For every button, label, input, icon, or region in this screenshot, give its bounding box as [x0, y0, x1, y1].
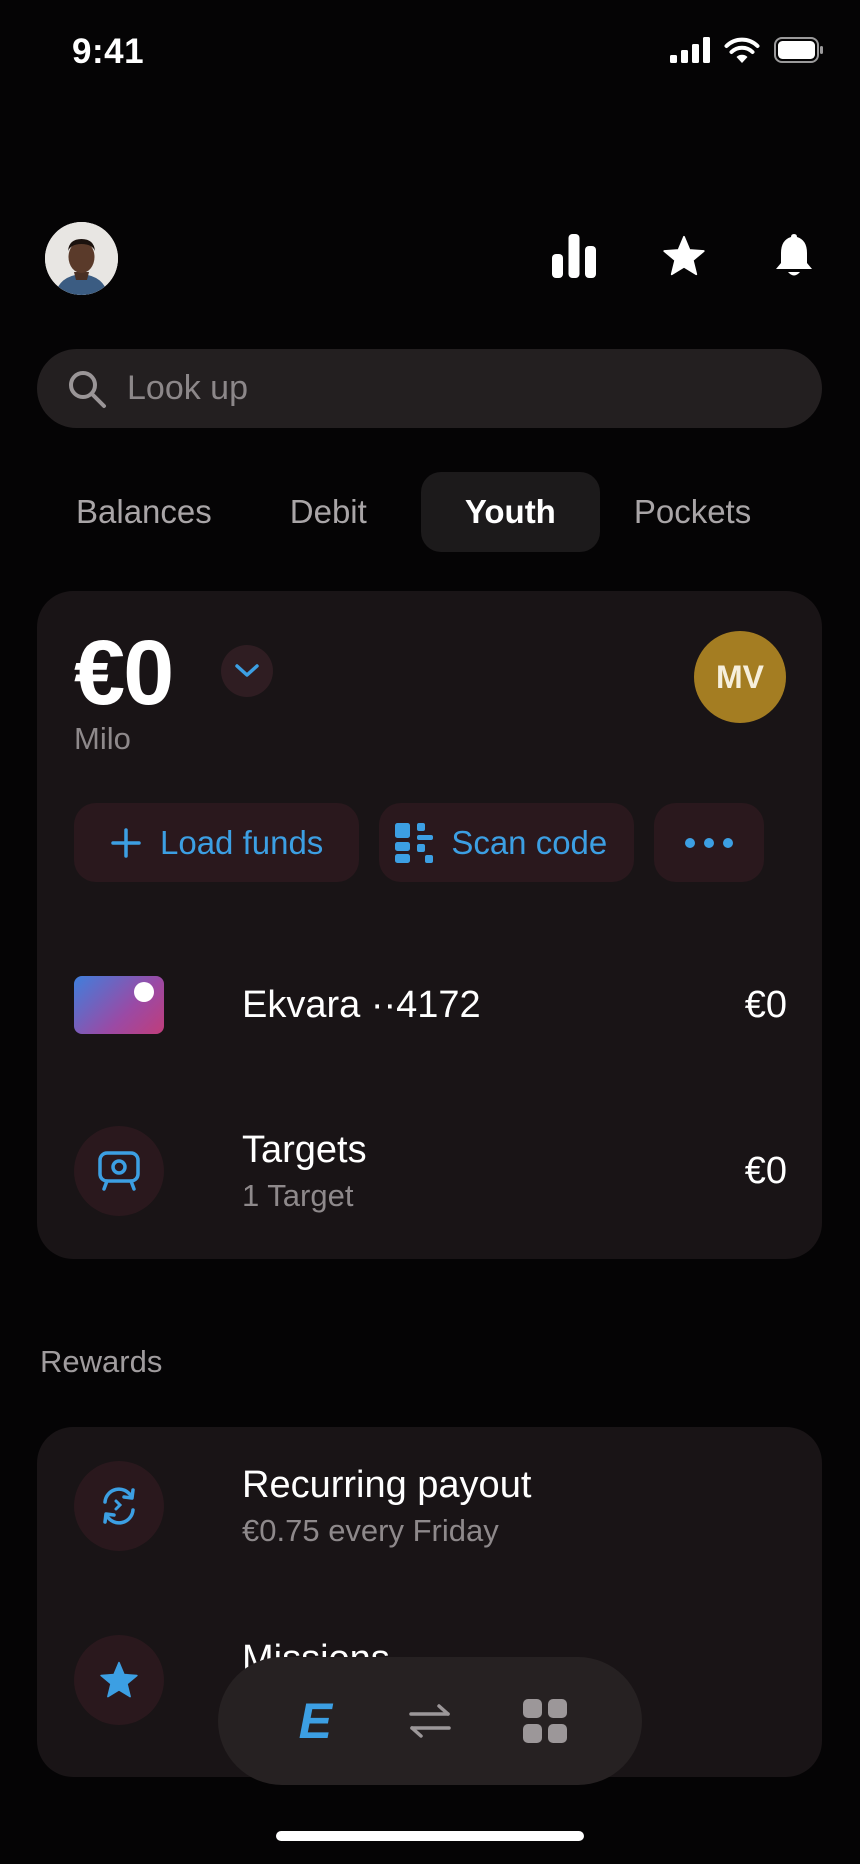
nav-home[interactable]: E — [280, 1686, 350, 1756]
star-icon — [100, 1661, 138, 1698]
header-actions — [548, 226, 820, 286]
targets-row[interactable]: Targets 1 Target €0 — [74, 1121, 787, 1221]
plus-icon — [110, 827, 142, 859]
targets-amount: €0 — [744, 1149, 787, 1192]
targets-subtitle: 1 Target — [242, 1177, 354, 1213]
recurring-payout-text: Recurring payout €0.75 every Friday — [242, 1464, 531, 1549]
bell-icon — [776, 234, 812, 276]
chevron-down-icon — [235, 664, 259, 677]
targets-icon-wrap — [74, 1126, 164, 1216]
more-actions-button[interactable] — [654, 803, 765, 882]
wifi-icon — [724, 37, 760, 63]
signal-icon — [670, 37, 710, 63]
tab-debit[interactable]: Debit — [266, 472, 391, 552]
account-tabs: Balances Debit Youth Pockets — [52, 472, 805, 552]
load-funds-label: Load funds — [160, 823, 324, 861]
missions-icon-wrap — [74, 1635, 164, 1725]
tab-balances[interactable]: Balances — [52, 472, 236, 552]
card-row-text: Ekvara ··4172 — [242, 984, 481, 1027]
account-initials-avatar[interactable]: MV — [694, 631, 786, 723]
battery-icon — [774, 37, 823, 63]
recurring-icon-wrap — [74, 1461, 164, 1551]
favorites-button[interactable] — [658, 226, 710, 286]
account-owner-name: Milo — [74, 721, 131, 756]
bottom-nav: E — [218, 1657, 642, 1785]
status-time: 9:41 — [72, 32, 145, 71]
tab-pockets[interactable]: Pockets — [610, 472, 775, 552]
home-icon: E — [298, 1693, 332, 1749]
nav-transfers[interactable] — [395, 1686, 465, 1756]
transfer-icon — [409, 1704, 451, 1738]
account-balance: €0 — [74, 622, 174, 724]
recurring-icon — [103, 1487, 135, 1525]
load-funds-button[interactable]: Load funds — [74, 803, 360, 882]
targets-row-text: Targets 1 Target — [242, 1129, 367, 1214]
profile-photo — [45, 222, 118, 295]
more-icon — [685, 837, 734, 848]
rewards-section-label: Rewards — [40, 1344, 163, 1379]
avatar[interactable] — [45, 222, 118, 295]
recurring-payout-subtitle: €0.75 every Friday — [242, 1512, 499, 1548]
bar-chart-icon — [552, 234, 596, 278]
card-amount: €0 — [744, 983, 787, 1026]
scan-code-label: Scan code — [451, 823, 608, 861]
search-placeholder: Look up — [127, 369, 248, 407]
tab-youth[interactable]: Youth — [420, 472, 600, 552]
card-row[interactable]: Ekvara ··4172 €0 — [74, 955, 787, 1055]
card-name: Ekvara ··4172 — [242, 983, 481, 1026]
account-actions: Load funds Scan code — [74, 803, 765, 882]
apps-icon — [522, 1699, 567, 1743]
qr-code-icon — [395, 822, 434, 863]
notifications-button[interactable] — [768, 226, 820, 286]
balance-dropdown-button[interactable] — [221, 645, 273, 697]
card-thumbnail — [74, 976, 164, 1034]
search-bar[interactable]: Look up — [37, 349, 822, 428]
star-icon — [663, 235, 705, 276]
search-icon — [69, 370, 106, 408]
nav-apps[interactable] — [510, 1686, 580, 1756]
recurring-payout-row[interactable]: Recurring payout €0.75 every Friday — [74, 1456, 787, 1556]
targets-title: Targets — [242, 1128, 367, 1171]
scan-code-button[interactable]: Scan code — [379, 803, 635, 882]
status-icons — [670, 36, 824, 64]
status-bar: 9:41 — [0, 0, 860, 104]
analytics-button[interactable] — [548, 226, 600, 286]
target-icon — [98, 1151, 140, 1191]
recurring-payout-title: Recurring payout — [242, 1463, 532, 1506]
youth-account-card: €0 Milo MV Load funds Scan code Ekvara ·… — [37, 591, 822, 1259]
home-indicator — [276, 1831, 584, 1841]
